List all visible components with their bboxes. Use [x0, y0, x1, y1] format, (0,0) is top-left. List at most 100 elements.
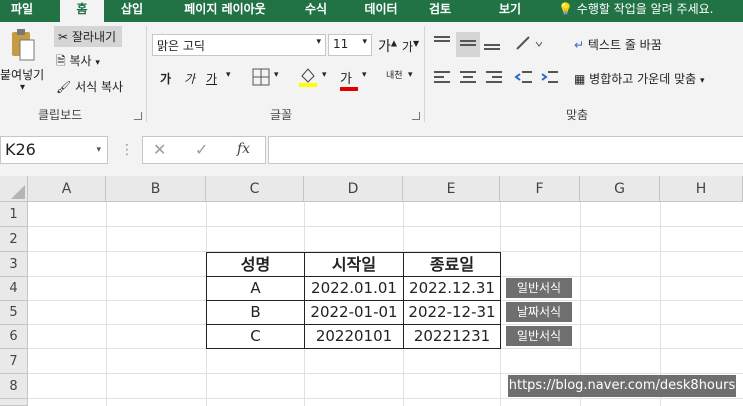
phonetic-label: 내천 [386, 71, 403, 81]
header-cell-end-date[interactable]: 종료일 [403, 252, 501, 277]
column-header-e[interactable]: E [403, 176, 500, 202]
font-color-swatch [340, 87, 358, 91]
brush-icon: 🖌 [56, 80, 72, 94]
paste-dropdown-icon[interactable]: ▾ [20, 82, 25, 93]
insert-function-button[interactable]: fx [237, 141, 250, 157]
chevron-down-icon[interactable]: ▾ [226, 70, 231, 80]
column-header-b[interactable]: B [106, 176, 206, 202]
format-tag-general: 일반서식 [506, 278, 572, 298]
cut-button[interactable]: ✂ 잘라내기 [54, 26, 123, 47]
scissors-icon: ✂ [58, 30, 69, 44]
row-header-8[interactable]: 8 [0, 374, 28, 399]
clipboard-launcher-icon[interactable] [134, 112, 142, 120]
increase-indent-icon[interactable] [540, 68, 560, 89]
font-size-select[interactable]: 11 ▾ [328, 34, 372, 56]
formula-input[interactable] [268, 136, 743, 164]
merge-center-button[interactable]: ▦ 병합하고 가운데 맞춤 ▾ [574, 70, 705, 87]
bold-button[interactable]: 가 [160, 70, 171, 87]
column-header-f[interactable]: F [500, 176, 580, 202]
row-header-7[interactable]: 7 [0, 349, 28, 374]
font-group-label: 글꼴 [270, 108, 293, 122]
italic-button[interactable]: 가 [184, 70, 195, 87]
orientation-icon[interactable] [514, 34, 543, 55]
row-header-1[interactable]: 1 [0, 202, 28, 227]
column-header-g[interactable]: G [580, 176, 660, 202]
table-cell[interactable]: B [206, 300, 305, 325]
align-top-icon[interactable] [432, 34, 452, 55]
align-middle-icon[interactable] [456, 32, 480, 57]
wrap-text-button[interactable]: ↵ 텍스트 줄 바꿈 [574, 36, 662, 53]
copy-button[interactable]: 🗎 복사 ▾ [56, 52, 100, 73]
grow-font-button[interactable]: 가▲ [378, 36, 397, 56]
tab-page-layout[interactable]: 페이지 레이아웃 [170, 0, 280, 22]
fill-color-icon[interactable] [298, 66, 318, 91]
column-header-d[interactable]: D [304, 176, 403, 202]
chevron-down-icon[interactable]: ▾ [362, 70, 367, 80]
align-right-icon[interactable] [484, 68, 504, 89]
font-color-label: 가 [340, 72, 352, 87]
align-bottom-icon[interactable] [482, 34, 502, 55]
shrink-font-button[interactable]: 가▼ [402, 38, 419, 55]
align-left-icon[interactable] [432, 68, 452, 89]
font-name-select[interactable]: 맑은 고딕 ▾ [152, 34, 326, 56]
underline-button[interactable]: 가 [206, 70, 217, 87]
font-launcher-icon[interactable] [412, 112, 420, 120]
tab-data[interactable]: 데이터 [356, 0, 406, 22]
gridline [28, 373, 743, 374]
paste-button[interactable]: 붙여넣기 [0, 66, 44, 83]
tab-view[interactable]: 보기 [490, 0, 530, 22]
tell-me-text: 수행할 작업을 알려 주세요. [576, 2, 714, 16]
alignment-group-label: 맞춤 [566, 108, 589, 122]
row-header-9[interactable] [0, 399, 28, 406]
copy-icon: 🗎 [56, 54, 66, 68]
row-header-3[interactable]: 3 [0, 252, 28, 277]
tab-file[interactable]: 파일 [0, 0, 44, 22]
decrease-indent-icon[interactable] [514, 68, 534, 89]
table-cell[interactable]: 2022-01-01 [304, 300, 404, 325]
header-cell-start-date[interactable]: 시작일 [304, 252, 404, 277]
align-center-icon[interactable] [458, 68, 478, 89]
chevron-down-icon[interactable]: ▾ [408, 70, 413, 80]
row-header-6[interactable]: 6 [0, 325, 28, 349]
table-cell[interactable]: 2022.01.01 [304, 276, 404, 301]
header-cell-name[interactable]: 성명 [206, 252, 305, 277]
ribbon-tab-bar: 파일 홈 삽입 페이지 레이아웃 수식 데이터 검토 보기 💡 수행할 작업을 … [0, 0, 743, 22]
chevron-down-icon: ▾ [96, 145, 101, 155]
row-header-5[interactable]: 5 [0, 301, 28, 325]
chevron-down-icon[interactable]: ▾ [322, 70, 327, 80]
select-all-corner[interactable] [0, 176, 28, 202]
tab-review[interactable]: 검토 [420, 0, 460, 22]
table-cell[interactable]: 20220101 [304, 324, 404, 349]
enter-icon[interactable]: ✓ [195, 140, 208, 159]
table-cell[interactable]: 20221231 [403, 324, 501, 349]
font-size-value: 11 [333, 37, 349, 51]
tell-me-box[interactable]: 💡 수행할 작업을 알려 주세요. [558, 0, 713, 22]
tab-home[interactable]: 홈 [60, 0, 104, 22]
name-box[interactable]: K26 ▾ [0, 136, 108, 164]
column-header-h[interactable]: H [660, 176, 743, 202]
format-painter-label: 서식 복사 [75, 80, 124, 94]
format-tag-date: 날짜서식 [506, 302, 572, 322]
copy-label: 복사 [69, 54, 92, 68]
font-color-button[interactable]: 가 [340, 68, 358, 91]
tab-formulas[interactable]: 수식 [296, 0, 336, 22]
tab-insert[interactable]: 삽입 [110, 0, 154, 22]
shrink-font-label: 가 [402, 40, 414, 54]
paste-icon[interactable] [10, 28, 36, 62]
row-header-4[interactable]: 4 [0, 277, 28, 301]
chevron-down-icon: ▾ [95, 58, 100, 68]
table-cell[interactable]: 2022.12.31 [403, 276, 501, 301]
table-cell[interactable]: C [206, 324, 305, 349]
row-header-2[interactable]: 2 [0, 227, 28, 252]
border-icon[interactable] [252, 68, 270, 89]
chevron-down-icon: ▾ [362, 37, 367, 47]
format-painter-button[interactable]: 🖌 서식 복사 [56, 78, 123, 95]
table-cell[interactable]: 2022-12-31 [403, 300, 501, 325]
cancel-icon[interactable]: ✕ [153, 140, 166, 159]
table-cell[interactable]: A [206, 276, 305, 301]
column-header-c[interactable]: C [206, 176, 304, 202]
watermark-url: https://blog.naver.com/desk8hours [508, 375, 736, 397]
phonetic-button[interactable]: 내천 [386, 68, 403, 81]
column-header-a[interactable]: A [28, 176, 106, 202]
chevron-down-icon[interactable]: ▾ [274, 70, 279, 80]
